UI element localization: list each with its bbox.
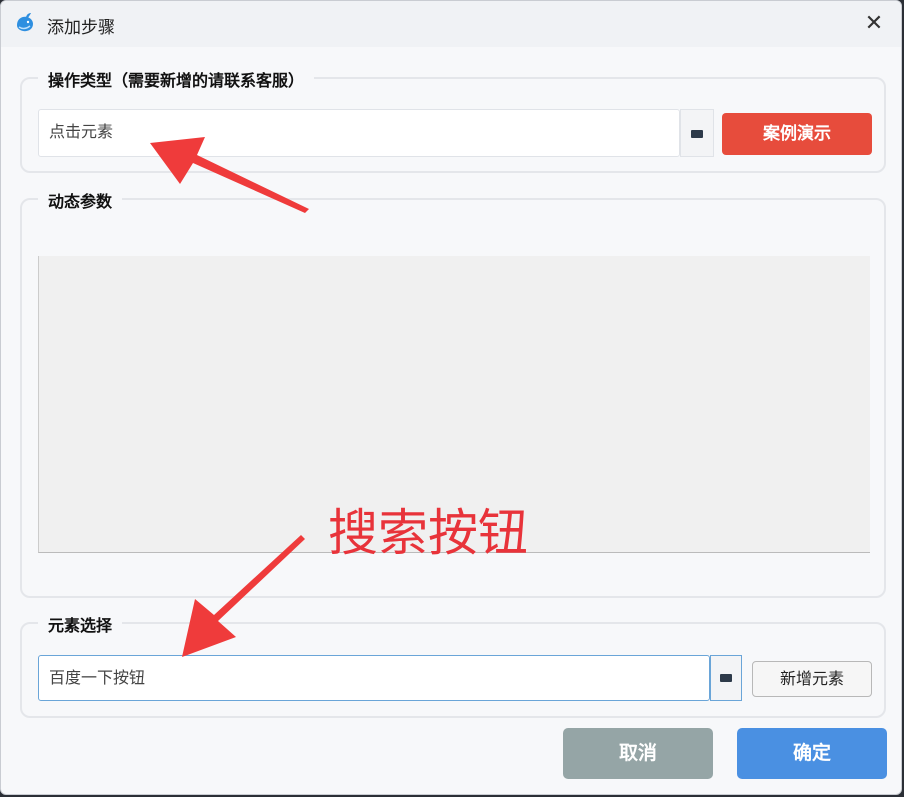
element-select-dropdown-button[interactable]	[710, 655, 742, 701]
window-title: 添加步骤	[47, 18, 115, 38]
operation-type-dropdown-button[interactable]	[680, 109, 714, 157]
app-logo-icon	[17, 13, 33, 32]
demo-button[interactable]: 案例演示	[722, 113, 872, 155]
element-select-input[interactable]: 百度一下按钮	[38, 655, 710, 701]
cancel-button[interactable]: 取消	[563, 728, 713, 779]
annotation-label: 搜索按钮	[328, 504, 528, 562]
close-icon[interactable]: ✕	[857, 7, 891, 41]
confirm-button[interactable]: 确定	[737, 728, 887, 779]
dropdown-icon	[691, 130, 703, 138]
operation-type-select[interactable]: 点击元素	[38, 109, 680, 157]
title-bar: 添加步骤 ✕	[1, 1, 901, 47]
operation-type-group: 操作类型（需要新增的请联系客服） 点击元素 案例演示	[20, 67, 886, 173]
dropdown-icon	[720, 674, 732, 682]
add-step-dialog: 添加步骤 ✕ 操作类型（需要新增的请联系客服） 点击元素 案例演示 动态参数 元…	[0, 0, 902, 795]
add-element-button[interactable]: 新增元素	[752, 661, 872, 697]
dynamic-params-legend: 动态参数	[38, 188, 123, 212]
element-select-group: 元素选择 百度一下按钮 新增元素	[20, 612, 886, 718]
operation-type-legend: 操作类型（需要新增的请联系客服）	[38, 67, 315, 91]
element-select-legend: 元素选择	[38, 612, 123, 636]
